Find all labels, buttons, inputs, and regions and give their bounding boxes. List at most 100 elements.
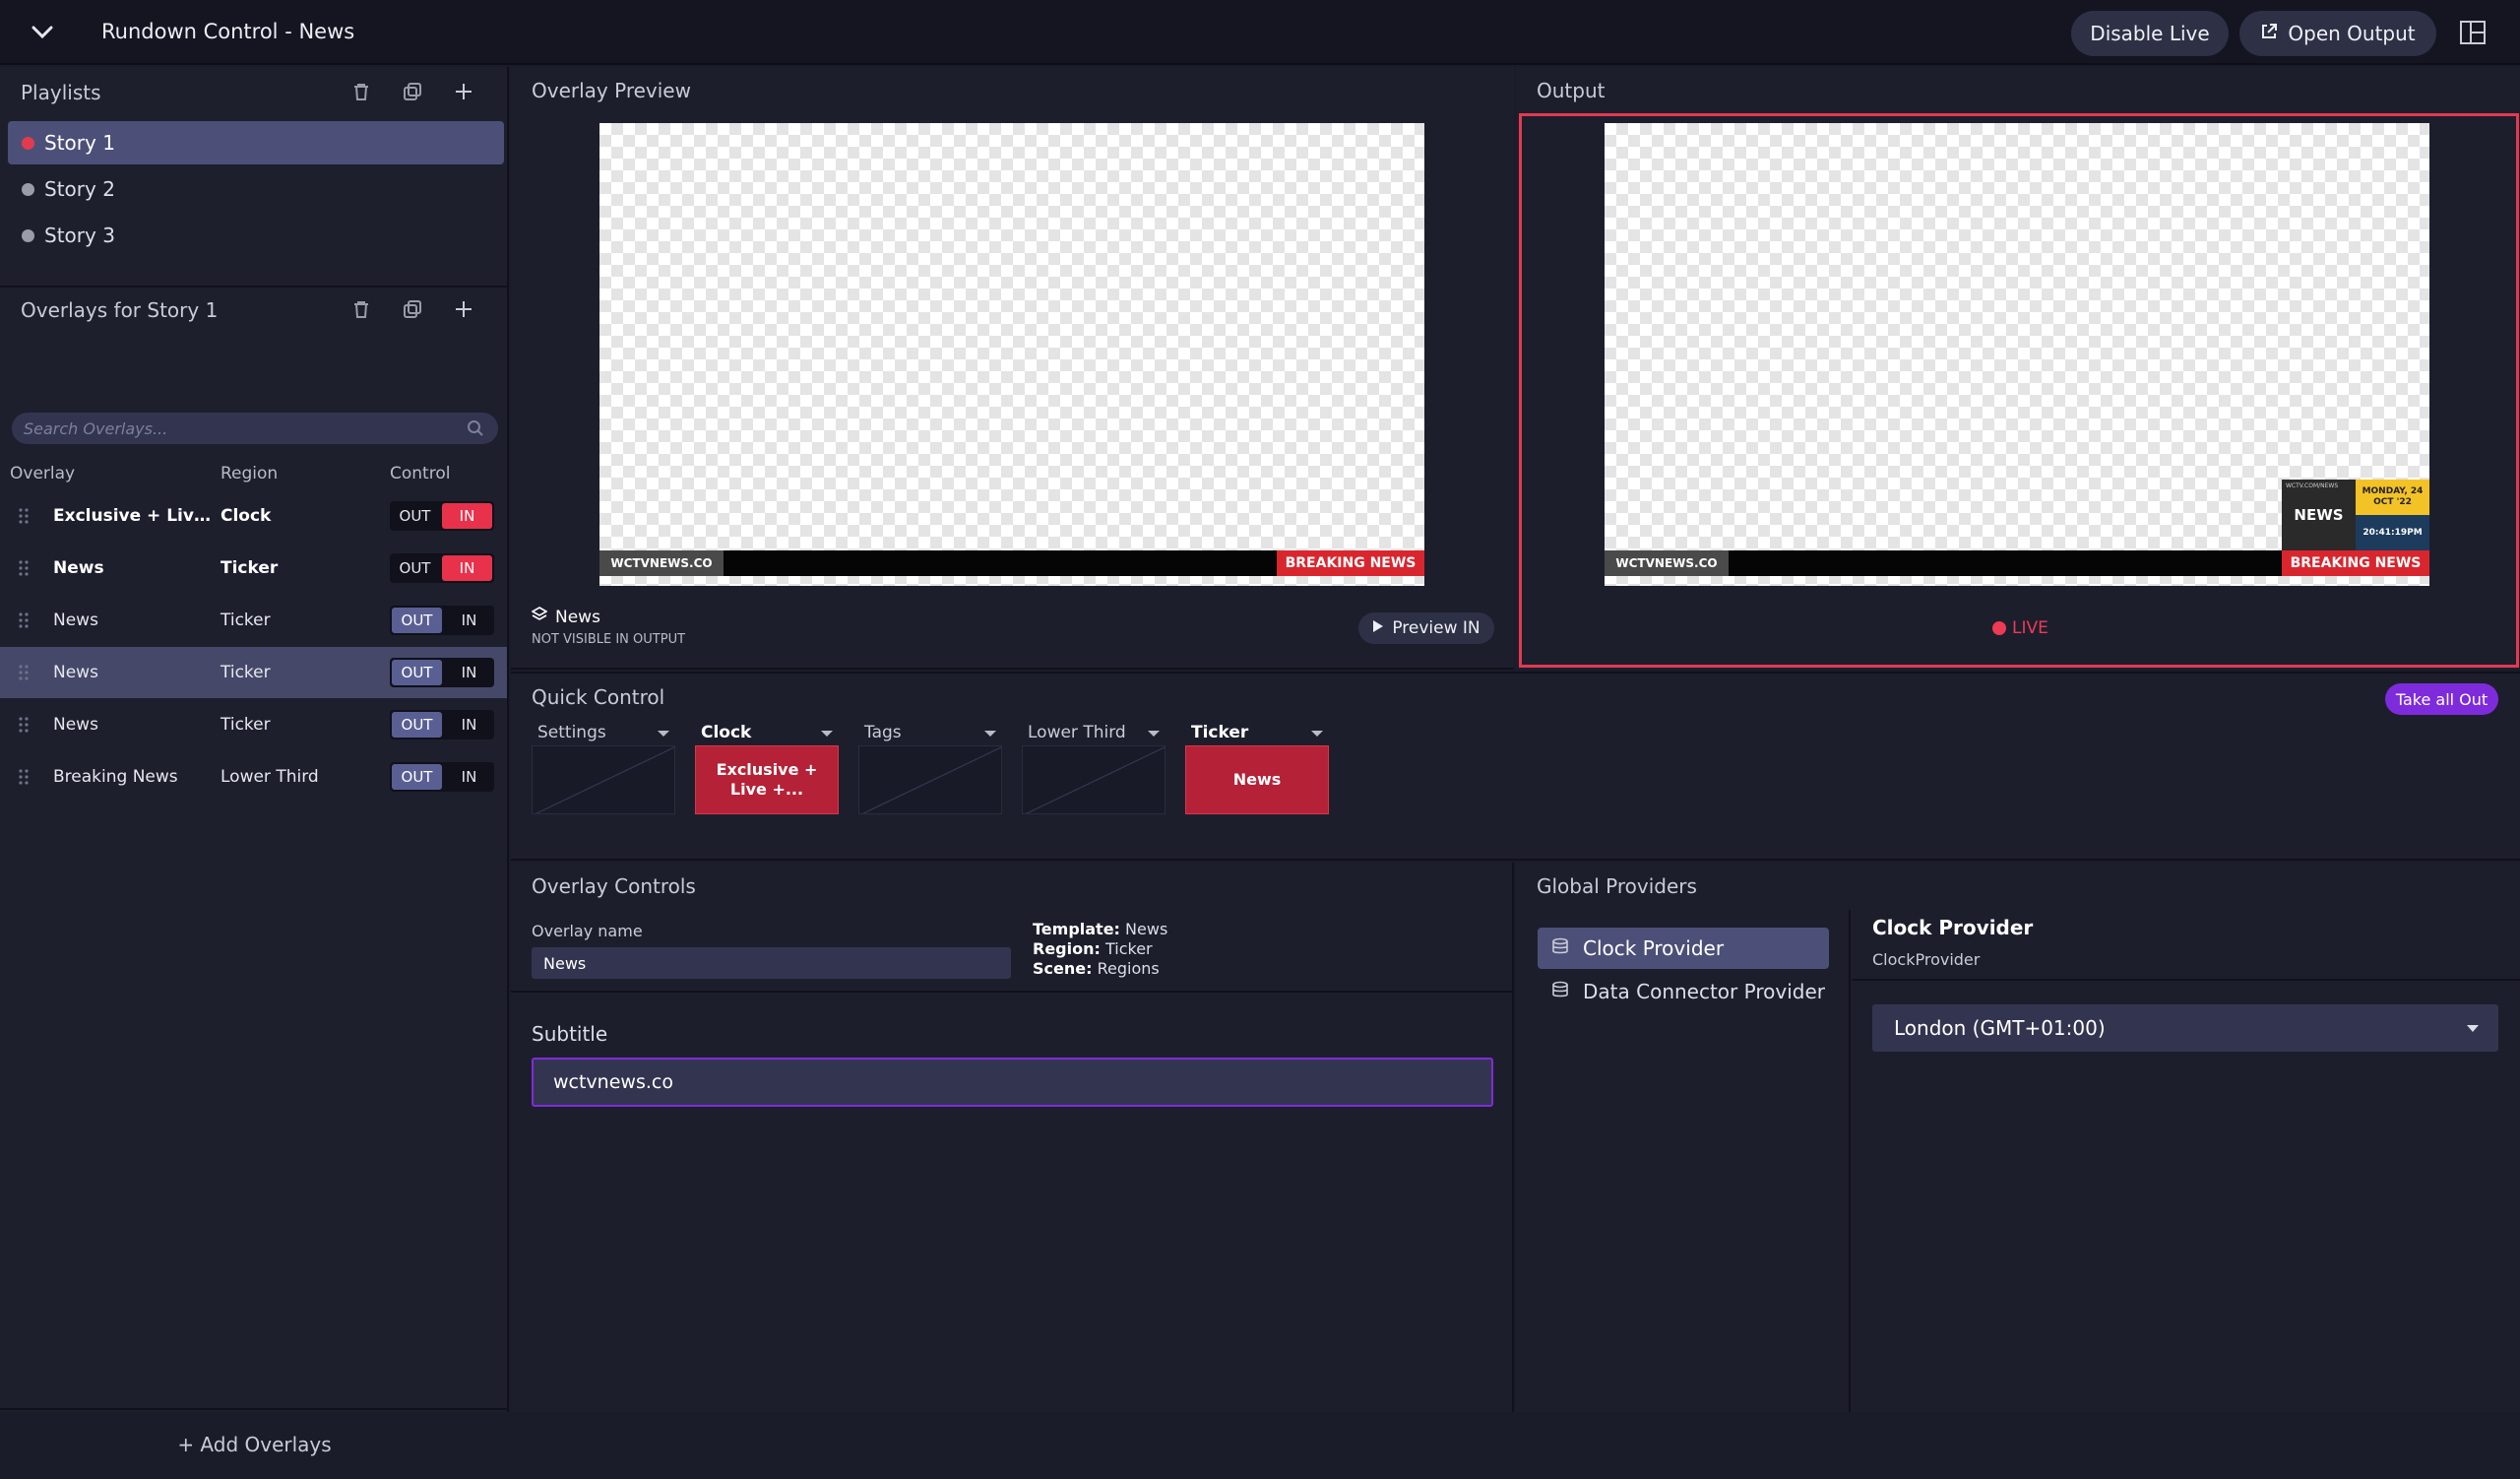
drag-handle-icon[interactable]	[18, 664, 30, 681]
chevron-down-icon[interactable]	[28, 18, 57, 47]
table-row[interactable]: Breaking News Lower Third OUT IN	[0, 751, 507, 803]
provider-item-label: Data Connector Provider	[1583, 980, 1825, 1003]
quick-control-slot[interactable]: Exclusive + Live +...	[695, 745, 839, 814]
add-overlays-label: + Add Overlays	[177, 1433, 332, 1456]
quick-control-region-select[interactable]: Tags	[864, 723, 902, 742]
quick-control-slot[interactable]: News	[1185, 745, 1329, 814]
disable-live-button[interactable]: Disable Live	[2071, 11, 2229, 56]
playlist-item-story-2[interactable]: Story 2	[8, 167, 504, 211]
in-button[interactable]: IN	[442, 555, 492, 581]
subtitle-field[interactable]: wctvnews.co	[532, 1058, 1493, 1107]
quick-control-region-select[interactable]: Clock	[701, 723, 751, 742]
take-all-out-button[interactable]: Take all Out	[2385, 683, 2498, 715]
in-button[interactable]: IN	[444, 710, 494, 740]
in-button[interactable]: IN	[444, 762, 494, 792]
out-button[interactable]: OUT	[390, 501, 440, 531]
overlay-name: Breaking News	[53, 767, 178, 787]
search-icon	[467, 419, 484, 441]
in-button[interactable]: IN	[444, 606, 494, 635]
in-button[interactable]: IN	[442, 503, 492, 529]
playlist-actions	[350, 81, 474, 102]
out-button[interactable]: OUT	[392, 608, 442, 633]
playlist-item-story-1[interactable]: Story 1	[8, 121, 504, 164]
status-dot	[22, 228, 34, 242]
ticker-graphic: WCTVNEWS.CO BREAKING NEWS	[1605, 550, 2429, 576]
out-in-toggle[interactable]: OUT IN	[390, 710, 494, 740]
table-row[interactable]: News Ticker OUT IN	[0, 595, 507, 646]
overlay-name: News	[53, 611, 98, 630]
playlist-item-story-3[interactable]: Story 3	[8, 214, 504, 257]
trash-icon[interactable]	[350, 81, 372, 102]
database-icon	[1551, 980, 1569, 1003]
out-button[interactable]: OUT	[392, 712, 442, 738]
out-in-toggle[interactable]: OUT IN	[390, 553, 494, 583]
out-button[interactable]: OUT	[392, 660, 442, 685]
region-key: Region:	[1033, 939, 1101, 958]
open-output-button[interactable]: Open Output	[2239, 11, 2436, 56]
timezone-select[interactable]: London (GMT+01:00)	[1872, 1004, 2498, 1052]
preview-overlay-name: News	[531, 607, 600, 627]
provider-detail-subtitle: ClockProvider	[1872, 950, 1981, 969]
drag-handle-icon[interactable]	[18, 768, 30, 786]
search-input[interactable]	[24, 418, 457, 438]
out-in-toggle[interactable]: OUT IN	[390, 658, 494, 687]
top-bar: Rundown Control - News Disable Live Open…	[0, 0, 2520, 65]
out-in-toggle[interactable]: OUT IN	[390, 762, 494, 792]
provider-item-data-connector[interactable]: Data Connector Provider	[1538, 971, 1829, 1012]
provider-item-clock[interactable]: Clock Provider	[1538, 928, 1829, 969]
quick-control-item-label: Exclusive + Live +...	[716, 760, 818, 799]
status-dot	[22, 182, 34, 196]
table-row[interactable]: News Ticker OUT IN	[0, 543, 507, 594]
live-indicator: LIVE	[1992, 618, 2048, 638]
overlay-actions	[350, 298, 474, 320]
divider	[511, 991, 1514, 993]
quick-control-region-select[interactable]: Settings	[537, 723, 606, 742]
preview-in-button[interactable]: Preview IN	[1358, 612, 1494, 644]
overlay-name: Exclusive + Live ...	[53, 506, 211, 526]
layout-toggle-icon[interactable]	[2459, 20, 2487, 45]
quick-control-slot[interactable]	[1022, 745, 1166, 814]
add-playlist-icon[interactable]	[453, 81, 474, 102]
out-button[interactable]: OUT	[390, 553, 440, 583]
scene-value: Regions	[1097, 959, 1160, 978]
quick-control-slot[interactable]	[858, 745, 1002, 814]
preview-name-label: News	[555, 607, 600, 627]
region-meta: Region: Ticker	[1033, 939, 1153, 958]
news-logo: WCTV.COM/NEWS NEWS	[2282, 480, 2356, 550]
add-overlays-button[interactable]: + Add Overlays	[0, 1408, 509, 1479]
clock-date-line1: MONDAY, 24	[2362, 486, 2424, 496]
play-icon	[1372, 618, 1384, 638]
provider-item-label: Clock Provider	[1583, 936, 1725, 960]
table-row[interactable]: Exclusive + Live ... Clock OUTIN	[0, 490, 507, 542]
duplicate-icon[interactable]	[402, 298, 423, 320]
in-button[interactable]: IN	[444, 658, 494, 687]
add-overlay-icon[interactable]	[453, 298, 474, 320]
overlay-search[interactable]	[12, 413, 498, 444]
overlay-name: News	[53, 663, 98, 682]
output-panel: Output WCTV.COM/NEWS NEWS MONDAY, 24 OCT …	[1516, 67, 2520, 670]
drag-handle-icon[interactable]	[18, 559, 30, 577]
duplicate-icon[interactable]	[402, 81, 423, 102]
trash-icon[interactable]	[350, 298, 372, 320]
quick-control-region-select[interactable]: Ticker	[1191, 723, 1248, 742]
overlay-name-label: Overlay name	[532, 922, 643, 940]
overlay-name-field[interactable]: News	[532, 947, 1011, 979]
quick-control-region-select[interactable]: Lower Third	[1028, 723, 1126, 742]
table-row[interactable]: News Ticker OUT IN	[0, 647, 507, 698]
disable-live-label: Disable Live	[2090, 22, 2210, 45]
caret-down-icon	[821, 731, 833, 737]
overlay-region: Clock	[220, 506, 272, 526]
open-output-label: Open Output	[2288, 22, 2416, 45]
out-in-toggle[interactable]: OUT IN	[390, 606, 494, 635]
drag-handle-icon[interactable]	[18, 716, 30, 734]
region-value: Ticker	[1104, 939, 1153, 958]
overlay-region: Ticker	[220, 558, 279, 578]
quick-control-slot[interactable]	[532, 745, 675, 814]
caret-down-icon	[984, 731, 996, 737]
drag-handle-icon[interactable]	[18, 611, 30, 629]
out-in-toggle[interactable]: OUT IN	[390, 501, 494, 531]
table-row[interactable]: News Ticker OUT IN	[0, 699, 507, 750]
drag-handle-icon[interactable]	[18, 507, 30, 525]
out-button[interactable]: OUT	[392, 764, 442, 790]
clock-time: 20:41:19PM	[2356, 515, 2429, 550]
